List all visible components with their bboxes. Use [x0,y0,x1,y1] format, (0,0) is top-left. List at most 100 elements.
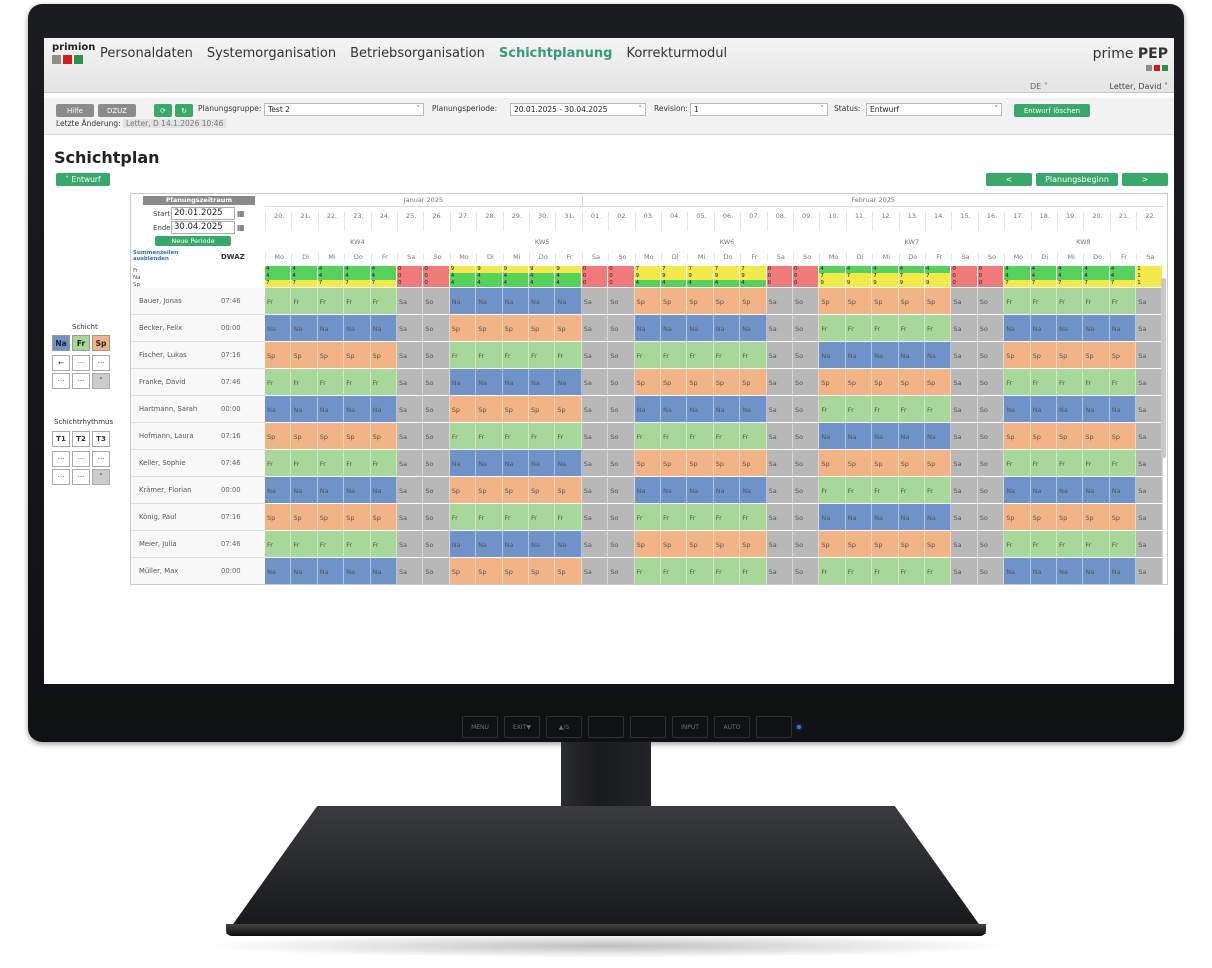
shift-cell[interactable]: Fr [291,288,318,314]
shift-cell[interactable]: Sa [951,315,978,341]
shift-cell[interactable]: Sp [740,288,767,314]
shift-cell[interactable]: Fr [344,288,371,314]
shift-cell[interactable]: Fr [845,477,873,503]
shift-cell[interactable]: Sa [397,558,424,584]
shift-cell[interactable]: Fr [265,288,292,314]
shift-cell[interactable]: Fr [687,504,714,530]
shift-cell[interactable]: Fr [898,558,925,584]
shift-cell[interactable]: Fr [449,423,477,449]
shift-cell[interactable]: Na [740,315,767,341]
shift-cell[interactable]: Sp [661,450,688,476]
shift-cell[interactable]: Sa [397,315,424,341]
shift-cell[interactable]: So [977,342,1005,368]
shift-cell[interactable]: Sp [529,315,556,341]
shift-cell[interactable]: So [423,477,450,503]
help-button[interactable]: Hilfe [56,104,94,117]
shift-cell[interactable]: Sp [1057,504,1084,530]
shift-cell[interactable]: Fr [634,423,661,449]
shift-cell[interactable]: Na [476,288,503,314]
shift-cell[interactable]: So [608,423,635,449]
shift-cell[interactable]: Fr [265,531,292,557]
shift-cell[interactable]: So [793,531,820,557]
shift-cell[interactable]: Fr [529,504,556,530]
shift-cell[interactable]: Na [1030,558,1057,584]
shift-cell[interactable]: So [608,396,635,422]
shift-cell[interactable]: Na [265,315,292,341]
shift-cell[interactable]: Fr [291,531,318,557]
shift-cell[interactable]: Sp [1109,504,1137,530]
shift-cell[interactable]: Sp [1004,342,1031,368]
employee-row[interactable]: Meier, Julia 07:46 [131,531,265,558]
shift-cell[interactable]: Sp [1109,342,1137,368]
shift-cell[interactable]: Na [476,450,503,476]
shift-cell[interactable]: Sa [1136,450,1163,476]
shift-cell[interactable]: Sp [529,477,556,503]
shift-cell[interactable]: Na [529,531,556,557]
shift-cell[interactable]: Sa [766,423,793,449]
shift-cell[interactable]: Sp [740,450,767,476]
shift-cell[interactable]: Na [872,504,899,530]
shift-cell[interactable]: Na [449,531,477,557]
shift-cell[interactable]: Sp [898,369,925,395]
rhythm-tool[interactable]: ··· [72,451,90,467]
shift-cell[interactable]: Na [502,369,529,395]
shift-cell[interactable]: Sp [1030,342,1057,368]
shift-cell[interactable]: Fr [1109,369,1137,395]
shift-cell[interactable]: Na [819,423,846,449]
shift-cell[interactable]: Sp [845,288,873,314]
shift-cell[interactable]: Fr [370,531,397,557]
shift-cell[interactable]: Sp [713,531,741,557]
employee-row[interactable]: Hartmann, Sarah 00:00 [131,396,265,423]
shift-cell[interactable]: Sa [766,342,793,368]
shift-cell[interactable]: Na [291,396,318,422]
shift-cell[interactable]: So [608,369,635,395]
shift-cell[interactable]: Sa [581,423,609,449]
shift-cell[interactable]: Na [661,477,688,503]
shift-tool[interactable]: ˅ [92,373,110,389]
shift-cell[interactable]: Na [687,315,714,341]
shift-cell[interactable]: Sp [845,531,873,557]
shift-cell[interactable]: Na [1083,558,1110,584]
shift-cell[interactable]: So [793,288,820,314]
language-select[interactable]: DE ˅ [1030,82,1048,91]
shift-cell[interactable]: Fr [370,369,397,395]
shift-cell[interactable]: Fr [872,558,899,584]
shift-cell[interactable]: Sa [581,342,609,368]
employee-row[interactable]: Krämer, Florian 00:00 [131,477,265,504]
nav-item-systemorganisation[interactable]: Systemorganisation [207,46,336,61]
shift-cell[interactable]: Sp [925,531,952,557]
shift-cell[interactable]: Sa [951,558,978,584]
shift-cell[interactable]: Na [370,477,397,503]
shift-cell[interactable]: Na [661,396,688,422]
shift-cell[interactable]: Sa [581,477,609,503]
shift-cell[interactable]: Fr [687,558,714,584]
shift-cell[interactable]: Fr [845,558,873,584]
shift-cell[interactable]: Na [449,450,477,476]
shift-cell[interactable]: Fr [925,396,952,422]
draft-dropdown-button[interactable]: ˅ Entwurf [56,173,110,186]
shift-cell[interactable]: Na [291,558,318,584]
shift-cell[interactable]: Fr [713,558,741,584]
shift-cell[interactable]: Fr [1057,288,1084,314]
nav-item-schichtplanung[interactable]: Schichtplanung [499,46,613,61]
shift-cell[interactable]: Na [344,477,371,503]
shift-cell[interactable]: Sp [370,423,397,449]
shift-cell[interactable]: Fr [819,315,846,341]
shift-cell[interactable]: Sp [634,531,661,557]
shift-cell[interactable]: Na [1004,396,1031,422]
shift-cell[interactable]: Fr [476,342,503,368]
shift-cell[interactable]: Sa [1136,396,1163,422]
shift-cell[interactable]: So [977,504,1005,530]
shift-cell[interactable]: Sp [317,423,345,449]
shift-cell[interactable]: Na [265,477,292,503]
shift-cell[interactable]: Fr [661,342,688,368]
shift-cell[interactable]: Sa [766,477,793,503]
shift-cell[interactable]: Fr [661,423,688,449]
shift-cell[interactable]: Fr [502,423,529,449]
shift-cell[interactable]: Fr [740,504,767,530]
shift-cell[interactable]: Fr [1030,450,1057,476]
shift-cell[interactable]: Na [1057,477,1084,503]
shift-cell[interactable]: So [793,423,820,449]
shift-cell[interactable]: Sp [1004,504,1031,530]
shift-cell[interactable]: Na [819,504,846,530]
